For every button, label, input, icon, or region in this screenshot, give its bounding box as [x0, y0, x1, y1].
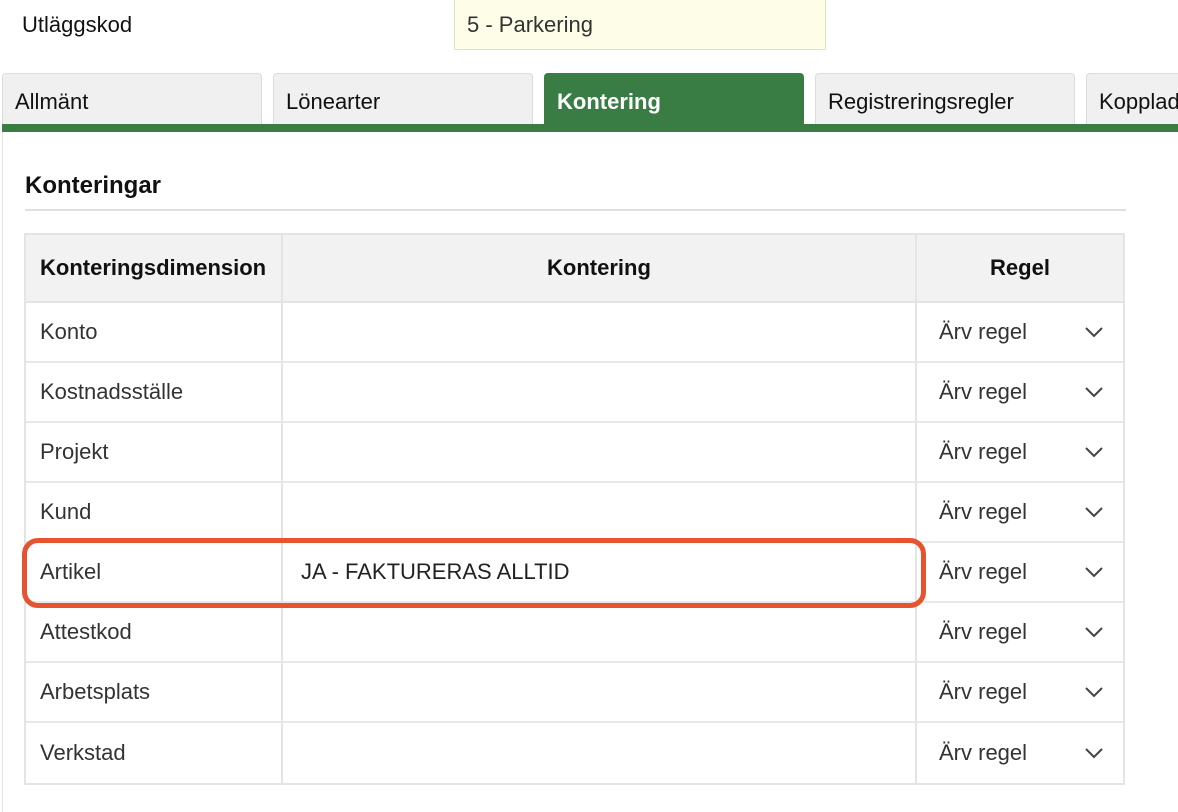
column-header-regel: Regel	[990, 255, 1050, 280]
regel-value: Ärv regel	[939, 740, 1028, 765]
table-header: Konteringsdimension Kontering Regel	[26, 235, 1123, 303]
tab-allmant[interactable]: Allmänt	[2, 73, 262, 126]
regel-value: Ärv regel	[939, 499, 1028, 524]
table-row: Projekt Ärv regel	[26, 423, 1123, 483]
chevron-down-icon	[1085, 748, 1103, 759]
dimension-cell: Artikel	[26, 543, 283, 601]
dimension-cell: Kund	[26, 483, 283, 541]
regel-select[interactable]: Ärv regel	[917, 603, 1123, 661]
dimension-cell: Attestkod	[26, 603, 283, 661]
kontering-cell[interactable]	[283, 303, 917, 361]
regel-select[interactable]: Ärv regel	[917, 303, 1123, 361]
tab-lonearter[interactable]: Lönearter	[273, 73, 533, 126]
dimension-cell: Projekt	[26, 423, 283, 481]
code-label: Utläggskod	[22, 12, 133, 37]
table-row: Konto Ärv regel	[26, 303, 1123, 363]
table-row: Attestkod Ärv regel	[26, 603, 1123, 663]
regel-select[interactable]: Ärv regel	[917, 483, 1123, 541]
tab-underline	[2, 124, 1178, 132]
chevron-down-icon	[1085, 567, 1103, 578]
regel-value: Ärv regel	[939, 439, 1028, 464]
kontering-cell[interactable]	[283, 723, 917, 783]
regel-select[interactable]: Ärv regel	[917, 363, 1123, 421]
table-row: Kund Ärv regel	[26, 483, 1123, 543]
tab-kopplad[interactable]: Kopplad	[1086, 73, 1178, 126]
regel-select[interactable]: Ärv regel	[917, 543, 1123, 601]
regel-select[interactable]: Ärv regel	[917, 423, 1123, 481]
tab-kontering[interactable]: Kontering	[544, 73, 804, 126]
table-row: Arbetsplats Ärv regel	[26, 663, 1123, 723]
kontering-cell[interactable]	[283, 483, 917, 541]
kontering-cell[interactable]	[283, 363, 917, 421]
table-row: Kostnadsställe Ärv regel	[26, 363, 1123, 423]
kontering-cell[interactable]	[283, 423, 917, 481]
kontering-cell[interactable]	[283, 603, 917, 661]
header-row: Utläggskod 5 - Parkering	[0, 0, 1178, 60]
regel-value: Ärv regel	[939, 679, 1028, 704]
table-row: Artikel JA - FAKTURERAS ALLTID Ärv regel	[26, 543, 1123, 603]
section-title: Konteringar	[25, 172, 162, 199]
regel-value: Ärv regel	[939, 379, 1028, 404]
dimension-cell: Verkstad	[26, 723, 283, 783]
regel-value: Ärv regel	[939, 619, 1028, 644]
tab-registreringsregler[interactable]: Registreringsregler	[815, 73, 1075, 126]
kontering-cell[interactable]	[283, 663, 917, 721]
dimension-cell: Arbetsplats	[26, 663, 283, 721]
column-header-kontering: Kontering	[283, 235, 917, 301]
chevron-down-icon	[1085, 327, 1103, 338]
column-header-dimension: Konteringsdimension	[26, 235, 283, 301]
table-row: Verkstad Ärv regel	[26, 723, 1123, 783]
chevron-down-icon	[1085, 507, 1103, 518]
regel-select[interactable]: Ärv regel	[917, 663, 1123, 721]
code-field[interactable]: 5 - Parkering	[454, 0, 826, 50]
chevron-down-icon	[1085, 387, 1103, 398]
regel-value: Ärv regel	[939, 559, 1028, 584]
regel-value: Ärv regel	[939, 319, 1028, 344]
section-divider	[25, 209, 1126, 211]
dimension-cell: Konto	[26, 303, 283, 361]
kontering-table: Konteringsdimension Kontering Regel Kont…	[24, 233, 1125, 785]
chevron-down-icon	[1085, 627, 1103, 638]
chevron-down-icon	[1085, 447, 1103, 458]
kontering-cell[interactable]: JA - FAKTURERAS ALLTID	[283, 543, 917, 601]
regel-select[interactable]: Ärv regel	[917, 723, 1123, 783]
chevron-down-icon	[1085, 687, 1103, 698]
dimension-cell: Kostnadsställe	[26, 363, 283, 421]
